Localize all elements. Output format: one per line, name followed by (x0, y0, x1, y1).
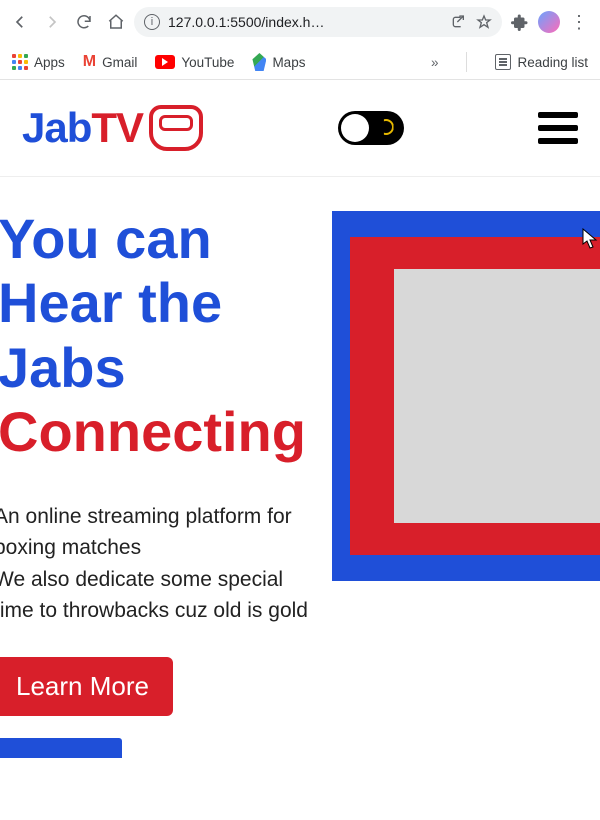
menu-button[interactable] (538, 112, 578, 144)
reading-list-icon (495, 54, 511, 70)
toggle-knob (341, 114, 369, 142)
reading-list-button[interactable]: Reading list (495, 54, 588, 70)
hero-text: You can Hear the Jabs Connecting An onli… (0, 207, 312, 758)
bookmark-maps[interactable]: Maps (252, 53, 305, 71)
bookmarks-overflow[interactable]: » (431, 55, 439, 70)
bookmark-youtube[interactable]: YouTube (155, 55, 234, 70)
bookmark-label: Gmail (102, 55, 137, 70)
secondary-cta-button[interactable] (0, 738, 122, 758)
bookmarks-bar: Apps M Gmail YouTube Maps » Reading list (0, 44, 600, 80)
apps-icon (12, 54, 28, 70)
forward-button[interactable] (38, 8, 66, 36)
home-button[interactable] (102, 8, 130, 36)
logo-tv: TV (91, 104, 143, 152)
maps-icon (252, 53, 266, 71)
cta-row: Learn More (0, 657, 312, 758)
hero-image-area (312, 207, 600, 758)
headline-emphasis: Connecting (0, 400, 306, 463)
star-icon[interactable] (476, 14, 492, 30)
reload-button[interactable] (70, 8, 98, 36)
logo[interactable]: JabTV (22, 104, 203, 152)
profile-avatar[interactable] (538, 11, 560, 33)
fist-icon (149, 105, 203, 151)
site-header: JabTV (0, 80, 600, 177)
hero-section: You can Hear the Jabs Connecting An onli… (0, 177, 600, 758)
back-button[interactable] (6, 8, 34, 36)
page-content: JabTV You can Hear the Jabs Connecting A… (0, 80, 600, 820)
divider (466, 52, 467, 72)
logo-jab: Jab (22, 104, 91, 152)
headline-main: You can Hear the Jabs (0, 207, 222, 399)
tagline-line1: An online streaming platform for boxing … (0, 505, 292, 560)
boxing-ring-graphic (332, 211, 600, 581)
tagline-line2: We also dedicate some special time to th… (0, 568, 308, 623)
learn-more-button[interactable]: Learn More (0, 657, 173, 716)
moon-icon (378, 119, 394, 135)
chrome-menu-button[interactable]: ⋮ (564, 12, 594, 33)
browser-chrome: i 127.0.0.1:5500/index.h… ⋮ Apps M Gmail… (0, 0, 600, 80)
url-text: 127.0.0.1:5500/index.h… (168, 14, 324, 30)
page-viewport[interactable]: JabTV You can Hear the Jabs Connecting A… (0, 80, 600, 820)
headline: You can Hear the Jabs Connecting (0, 207, 312, 465)
site-info-icon[interactable]: i (144, 14, 160, 30)
browser-toolbar: i 127.0.0.1:5500/index.h… ⋮ (0, 0, 600, 44)
bookmark-label: YouTube (181, 55, 234, 70)
gmail-icon: M (83, 53, 96, 71)
bookmark-label: Apps (34, 55, 65, 70)
tagline: An online streaming platform for boxing … (0, 501, 312, 627)
youtube-icon (155, 55, 175, 69)
extensions-button[interactable] (506, 8, 534, 36)
bookmark-label: Maps (272, 55, 305, 70)
reading-list-label: Reading list (517, 55, 588, 70)
bookmark-apps[interactable]: Apps (12, 54, 65, 70)
bookmark-gmail[interactable]: M Gmail (83, 53, 138, 71)
address-bar[interactable]: i 127.0.0.1:5500/index.h… (134, 7, 502, 37)
share-icon[interactable] (450, 14, 466, 30)
theme-toggle[interactable] (338, 111, 404, 145)
